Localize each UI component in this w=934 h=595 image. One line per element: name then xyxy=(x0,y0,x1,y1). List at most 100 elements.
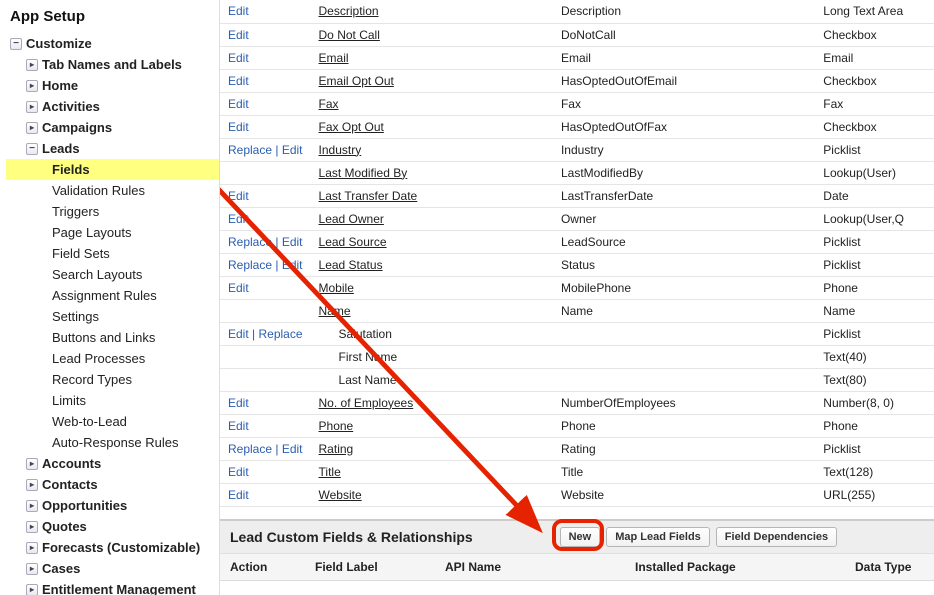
tree-toggle-icon[interactable] xyxy=(26,584,38,595)
sidebar-item-opportunities[interactable]: Opportunities xyxy=(6,495,219,516)
sidebar-item-limits[interactable]: Limits xyxy=(6,390,219,411)
edit-link[interactable]: Edit xyxy=(228,4,249,18)
field-label-link[interactable]: Lead Source xyxy=(319,235,387,249)
map-lead-fields-button[interactable]: Map Lead Fields xyxy=(606,527,710,547)
replace-link[interactable]: Replace xyxy=(228,143,272,157)
table-row: Replace | EditLead SourceLeadSourcePickl… xyxy=(220,230,934,253)
sidebar-item-settings[interactable]: Settings xyxy=(6,306,219,327)
field-dependencies-button[interactable]: Field Dependencies xyxy=(716,527,837,547)
field-label-link[interactable]: Do Not Call xyxy=(319,28,380,42)
edit-link[interactable]: Edit xyxy=(228,488,249,502)
sidebar-item-tab-names-and-labels[interactable]: Tab Names and Labels xyxy=(6,54,219,75)
sidebar-item-campaigns[interactable]: Campaigns xyxy=(6,117,219,138)
sidebar-item-record-types[interactable]: Record Types xyxy=(6,369,219,390)
field-label-cell: Last Transfer Date xyxy=(311,184,553,207)
field-label-link[interactable]: Email Opt Out xyxy=(319,74,394,88)
field-label-link[interactable]: Title xyxy=(319,465,341,479)
tree-toggle-icon[interactable] xyxy=(26,521,38,533)
action-cell: Edit xyxy=(220,276,311,299)
field-label-link[interactable]: Phone xyxy=(319,419,354,433)
field-label-link[interactable]: Name xyxy=(319,304,351,318)
field-label-link[interactable]: Last Transfer Date xyxy=(319,189,418,203)
sidebar-item-buttons-and-links[interactable]: Buttons and Links xyxy=(6,327,219,348)
tree-toggle-icon[interactable] xyxy=(26,563,38,575)
replace-link[interactable]: Replace xyxy=(258,327,302,341)
tree-toggle-icon[interactable] xyxy=(26,122,38,134)
sidebar-item-leads[interactable]: Leads xyxy=(6,138,219,159)
sidebar-item-accounts[interactable]: Accounts xyxy=(6,453,219,474)
sidebar-item-page-layouts[interactable]: Page Layouts xyxy=(6,222,219,243)
sidebar-item-assignment-rules[interactable]: Assignment Rules xyxy=(6,285,219,306)
field-label-cell: Salutation xyxy=(311,322,553,345)
sidebar-item-customize[interactable]: Customize xyxy=(6,33,219,54)
edit-link[interactable]: Edit xyxy=(228,327,249,341)
sidebar-item-forecasts-customizable-[interactable]: Forecasts (Customizable) xyxy=(6,537,219,558)
edit-link[interactable]: Edit xyxy=(228,396,249,410)
field-label-link[interactable]: Description xyxy=(319,4,379,18)
sidebar-item-home[interactable]: Home xyxy=(6,75,219,96)
sidebar-item-lead-processes[interactable]: Lead Processes xyxy=(6,348,219,369)
tree-toggle-icon[interactable] xyxy=(26,479,38,491)
edit-link[interactable]: Edit xyxy=(228,28,249,42)
field-label-link[interactable]: No. of Employees xyxy=(319,396,414,410)
tree-toggle-icon[interactable] xyxy=(26,143,38,155)
field-label-link[interactable]: Mobile xyxy=(319,281,354,295)
sidebar-item-field-sets[interactable]: Field Sets xyxy=(6,243,219,264)
data-type-cell: Date xyxy=(815,184,934,207)
tree-toggle-icon[interactable] xyxy=(10,38,22,50)
tree-toggle-icon[interactable] xyxy=(26,500,38,512)
sidebar-item-search-layouts[interactable]: Search Layouts xyxy=(6,264,219,285)
edit-link[interactable]: Edit xyxy=(228,281,249,295)
sidebar-item-validation-rules[interactable]: Validation Rules xyxy=(6,180,219,201)
edit-link[interactable]: Edit xyxy=(228,97,249,111)
sidebar-item-fields[interactable]: Fields xyxy=(6,159,219,180)
action-cell: Edit xyxy=(220,115,311,138)
sidebar-item-web-to-lead[interactable]: Web-to-Lead xyxy=(6,411,219,432)
sidebar-item-label: Assignment Rules xyxy=(52,288,157,303)
field-label-link[interactable]: Fax Opt Out xyxy=(319,120,384,134)
api-name-cell: LeadSource xyxy=(553,230,815,253)
field-label-link[interactable]: Industry xyxy=(319,143,362,157)
table-row: First NameText(40) xyxy=(220,345,934,368)
field-label-link[interactable]: Lead Owner xyxy=(319,212,384,226)
field-label-link[interactable]: Last Modified By xyxy=(319,166,408,180)
action-cell: Edit xyxy=(220,184,311,207)
field-label-cell: Description xyxy=(311,0,553,23)
tree-toggle-icon[interactable] xyxy=(26,458,38,470)
sidebar-item-quotes[interactable]: Quotes xyxy=(6,516,219,537)
edit-link[interactable]: Edit xyxy=(228,120,249,134)
replace-link[interactable]: Replace xyxy=(228,258,272,272)
new-button[interactable]: New xyxy=(560,527,601,547)
replace-link[interactable]: Replace xyxy=(228,235,272,249)
edit-link[interactable]: Edit xyxy=(282,235,303,249)
edit-link[interactable]: Edit xyxy=(228,465,249,479)
tree-toggle-icon[interactable] xyxy=(26,80,38,92)
sidebar-item-triggers[interactable]: Triggers xyxy=(6,201,219,222)
edit-link[interactable]: Edit xyxy=(228,51,249,65)
field-label-link[interactable]: Rating xyxy=(319,442,354,456)
tree-toggle-icon[interactable] xyxy=(26,101,38,113)
edit-link[interactable]: Edit xyxy=(282,442,303,456)
edit-link[interactable]: Edit xyxy=(228,419,249,433)
api-name-cell: LastTransferDate xyxy=(553,184,815,207)
col-field-label: Field Label xyxy=(305,554,435,580)
edit-link[interactable]: Edit xyxy=(228,189,249,203)
field-label-link[interactable]: Website xyxy=(319,488,362,502)
sidebar-item-activities[interactable]: Activities xyxy=(6,96,219,117)
action-cell xyxy=(220,345,311,368)
field-label-link[interactable]: Lead Status xyxy=(319,258,383,272)
sidebar-item-auto-response-rules[interactable]: Auto-Response Rules xyxy=(6,432,219,453)
field-label-link[interactable]: Fax xyxy=(319,97,339,111)
sidebar-item-label: Fields xyxy=(52,162,90,177)
tree-toggle-icon[interactable] xyxy=(26,542,38,554)
sidebar-item-cases[interactable]: Cases xyxy=(6,558,219,579)
tree-toggle-icon[interactable] xyxy=(26,59,38,71)
field-label-link[interactable]: Email xyxy=(319,51,349,65)
edit-link[interactable]: Edit xyxy=(228,212,249,226)
edit-link[interactable]: Edit xyxy=(282,258,303,272)
sidebar-item-contacts[interactable]: Contacts xyxy=(6,474,219,495)
sidebar-item-entitlement-management[interactable]: Entitlement Management xyxy=(6,579,219,595)
replace-link[interactable]: Replace xyxy=(228,442,272,456)
edit-link[interactable]: Edit xyxy=(282,143,303,157)
edit-link[interactable]: Edit xyxy=(228,74,249,88)
